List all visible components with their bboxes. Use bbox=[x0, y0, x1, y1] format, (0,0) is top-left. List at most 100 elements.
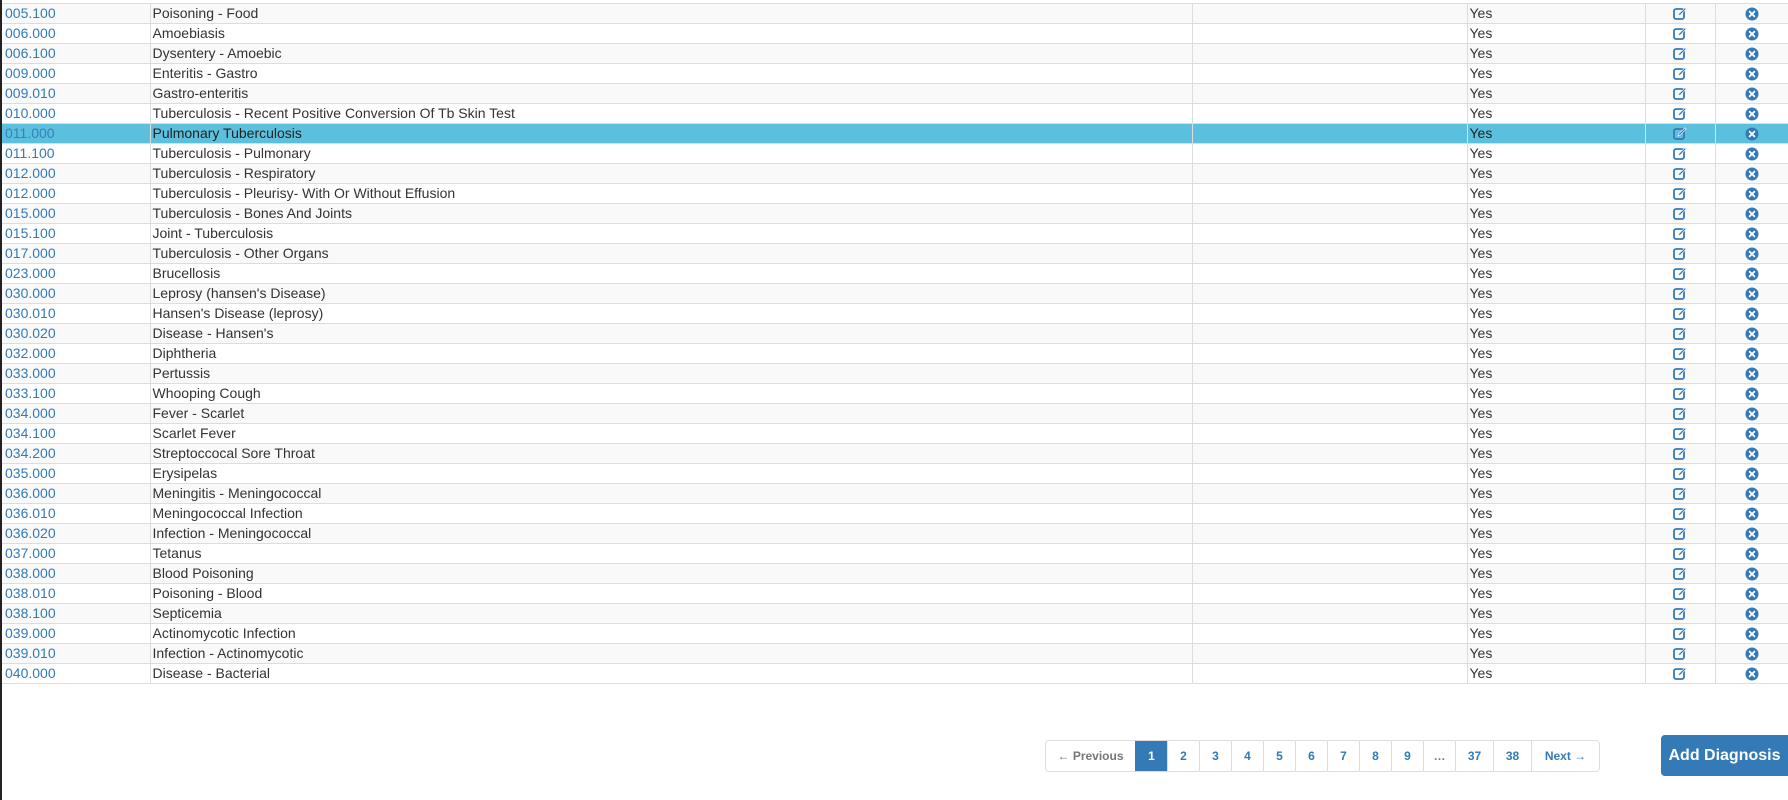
edit-icon[interactable] bbox=[1673, 647, 1687, 661]
table-row[interactable]: 010.000 Tuberculosis - Recent Positive Co… bbox=[2, 103, 1788, 124]
diagnosis-code-link[interactable]: 036.010 bbox=[5, 505, 56, 521]
diagnosis-code-link[interactable]: 030.000 bbox=[5, 285, 56, 301]
table-row[interactable]: 036.000 Meningitis - Meningococcal Yes bbox=[2, 483, 1788, 504]
table-row[interactable]: 012.000 Tuberculosis - Pleurisy- With Or … bbox=[2, 183, 1788, 204]
page-link-8[interactable]: 8 bbox=[1359, 741, 1391, 771]
table-row[interactable]: 034.000 Fever - Scarlet Yes bbox=[2, 403, 1788, 424]
diagnosis-code-link[interactable]: 023.000 bbox=[5, 265, 56, 281]
remove-circle-icon[interactable] bbox=[1745, 527, 1759, 541]
remove-circle-icon[interactable] bbox=[1745, 247, 1759, 261]
table-row[interactable]: 009.010 Gastro-enteritis Yes bbox=[2, 83, 1788, 104]
diagnosis-code-link[interactable]: 012.000 bbox=[5, 185, 56, 201]
edit-icon[interactable] bbox=[1673, 367, 1687, 381]
table-row[interactable]: 037.000 Tetanus Yes bbox=[2, 543, 1788, 564]
remove-circle-icon[interactable] bbox=[1745, 7, 1759, 21]
remove-circle-icon[interactable] bbox=[1745, 587, 1759, 601]
edit-icon[interactable] bbox=[1673, 607, 1687, 621]
edit-icon[interactable] bbox=[1673, 87, 1687, 101]
table-row[interactable]: 017.000 Tuberculosis - Other Organs Yes bbox=[2, 243, 1788, 264]
remove-circle-icon[interactable] bbox=[1745, 327, 1759, 341]
diagnosis-code-link[interactable]: 034.000 bbox=[5, 405, 56, 421]
page-link-38[interactable]: 38 bbox=[1493, 741, 1531, 771]
page-link-5[interactable]: 5 bbox=[1263, 741, 1295, 771]
diagnosis-code-link[interactable]: 037.000 bbox=[5, 545, 56, 561]
table-row[interactable]: 039.000 Actinomycotic Infection Yes bbox=[2, 623, 1788, 644]
remove-circle-icon[interactable] bbox=[1745, 607, 1759, 621]
table-row[interactable]: 034.100 Scarlet Fever Yes bbox=[2, 423, 1788, 444]
diagnosis-code-link[interactable]: 030.010 bbox=[5, 305, 56, 321]
remove-circle-icon[interactable] bbox=[1745, 147, 1759, 161]
remove-circle-icon[interactable] bbox=[1745, 627, 1759, 641]
page-link-3[interactable]: 3 bbox=[1199, 741, 1231, 771]
table-row[interactable]: 006.000 Amoebiasis Yes bbox=[2, 23, 1788, 44]
diagnosis-code-link[interactable]: 006.000 bbox=[5, 25, 56, 41]
diagnosis-code-link[interactable]: 038.100 bbox=[5, 605, 56, 621]
remove-circle-icon[interactable] bbox=[1745, 27, 1759, 41]
remove-circle-icon[interactable] bbox=[1745, 387, 1759, 401]
table-row[interactable]: 011.000 Pulmonary Tuberculosis Yes bbox=[2, 123, 1788, 144]
diagnosis-code-link[interactable]: 012.000 bbox=[5, 165, 56, 181]
edit-icon[interactable] bbox=[1673, 547, 1687, 561]
table-row[interactable]: 034.200 Streptoccocal Sore Throat Yes bbox=[2, 443, 1788, 464]
table-row[interactable]: 006.100 Dysentery - Amoebic Yes bbox=[2, 43, 1788, 64]
table-row[interactable]: 035.000 Erysipelas Yes bbox=[2, 463, 1788, 484]
remove-circle-icon[interactable] bbox=[1745, 407, 1759, 421]
diagnosis-code-link[interactable]: 010.000 bbox=[5, 105, 56, 121]
remove-circle-icon[interactable] bbox=[1745, 647, 1759, 661]
remove-circle-icon[interactable] bbox=[1745, 67, 1759, 81]
diagnosis-code-link[interactable]: 036.000 bbox=[5, 485, 56, 501]
page-link-6[interactable]: 6 bbox=[1295, 741, 1327, 771]
edit-icon[interactable] bbox=[1673, 327, 1687, 341]
edit-icon[interactable] bbox=[1673, 527, 1687, 541]
diagnosis-code-link[interactable]: 036.020 bbox=[5, 525, 56, 541]
diagnosis-code-link[interactable]: 030.020 bbox=[5, 325, 56, 341]
table-row[interactable]: 038.010 Poisoning - Blood Yes bbox=[2, 583, 1788, 604]
table-row[interactable]: 015.000 Tuberculosis - Bones And Joints Ye… bbox=[2, 203, 1788, 224]
remove-circle-icon[interactable] bbox=[1745, 187, 1759, 201]
table-row[interactable]: 009.000 Enteritis - Gastro Yes bbox=[2, 63, 1788, 84]
diagnosis-code-link[interactable]: 006.100 bbox=[5, 45, 56, 61]
diagnosis-code-link[interactable]: 035.000 bbox=[5, 465, 56, 481]
table-row[interactable]: 033.000 Pertussis Yes bbox=[2, 363, 1788, 384]
edit-icon[interactable] bbox=[1673, 187, 1687, 201]
page-link-9[interactable]: 9 bbox=[1391, 741, 1423, 771]
edit-icon[interactable] bbox=[1673, 627, 1687, 641]
diagnosis-code-link[interactable]: 038.010 bbox=[5, 585, 56, 601]
table-row[interactable]: 032.000 Diphtheria Yes bbox=[2, 343, 1788, 364]
diagnosis-code-link[interactable]: 015.000 bbox=[5, 205, 56, 221]
edit-icon[interactable] bbox=[1673, 167, 1687, 181]
table-row[interactable]: 030.000 Leprosy (hansen's Disease) Yes bbox=[2, 283, 1788, 304]
edit-icon[interactable] bbox=[1673, 487, 1687, 501]
table-row[interactable]: 005.100 Poisoning - Food Yes bbox=[2, 3, 1788, 24]
table-row[interactable]: 023.000 Brucellosis Yes bbox=[2, 263, 1788, 284]
page-link-2[interactable]: 2 bbox=[1167, 741, 1199, 771]
edit-icon[interactable] bbox=[1673, 247, 1687, 261]
edit-icon[interactable] bbox=[1673, 227, 1687, 241]
diagnosis-code-link[interactable]: 034.200 bbox=[5, 445, 56, 461]
diagnosis-code-link[interactable]: 005.100 bbox=[5, 5, 56, 21]
edit-icon[interactable] bbox=[1673, 467, 1687, 481]
edit-icon[interactable] bbox=[1673, 27, 1687, 41]
edit-icon[interactable] bbox=[1673, 587, 1687, 601]
edit-icon[interactable] bbox=[1673, 287, 1687, 301]
table-row[interactable]: 038.100 Septicemia Yes bbox=[2, 603, 1788, 624]
edit-icon[interactable] bbox=[1673, 307, 1687, 321]
remove-circle-icon[interactable] bbox=[1745, 367, 1759, 381]
table-row[interactable]: 040.000 Disease - Bacterial Yes bbox=[2, 663, 1788, 684]
edit-icon[interactable] bbox=[1673, 267, 1687, 281]
diagnosis-code-link[interactable]: 040.000 bbox=[5, 665, 56, 681]
diagnosis-code-link[interactable]: 009.010 bbox=[5, 85, 56, 101]
table-row[interactable]: 012.000 Tuberculosis - Respiratory Yes bbox=[2, 163, 1788, 184]
page-link-1[interactable]: 1 bbox=[1135, 741, 1167, 771]
diagnosis-code-link[interactable]: 011.000 bbox=[5, 125, 55, 141]
diagnosis-code-link[interactable]: 034.100 bbox=[5, 425, 56, 441]
edit-icon[interactable] bbox=[1673, 347, 1687, 361]
edit-icon[interactable] bbox=[1673, 567, 1687, 581]
remove-circle-icon[interactable] bbox=[1745, 307, 1759, 321]
remove-circle-icon[interactable] bbox=[1745, 487, 1759, 501]
remove-circle-icon[interactable] bbox=[1745, 427, 1759, 441]
remove-circle-icon[interactable] bbox=[1745, 87, 1759, 101]
remove-circle-icon[interactable] bbox=[1745, 127, 1759, 141]
table-row[interactable]: 030.010 Hansen's Disease (leprosy) Yes bbox=[2, 303, 1788, 324]
table-row[interactable]: 033.100 Whooping Cough Yes bbox=[2, 383, 1788, 404]
